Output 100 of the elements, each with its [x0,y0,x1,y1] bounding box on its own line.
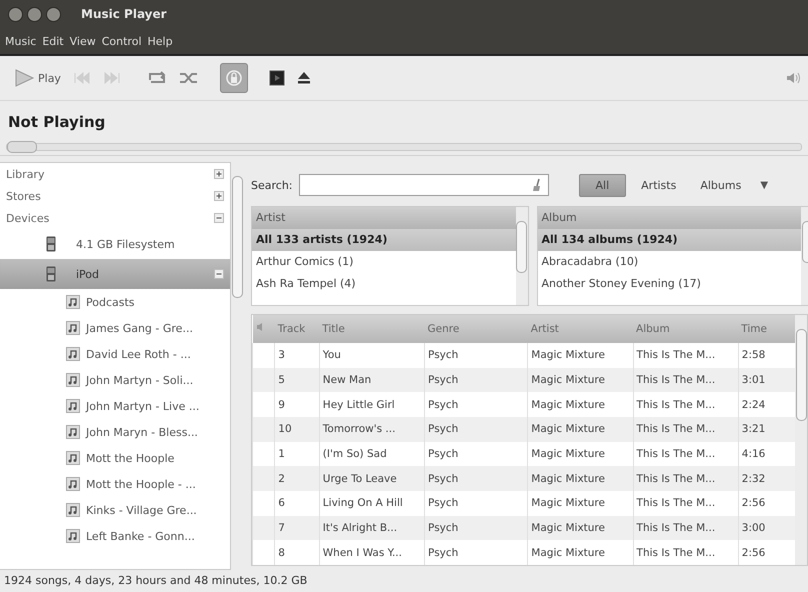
slider-thumb[interactable] [7,141,37,153]
table-cell: It's Alright B... [319,516,425,540]
filter-toggle[interactable]: Albums [691,174,750,196]
list-item[interactable]: Arthur Comics (1) [252,251,516,273]
previous-icon [72,72,91,84]
table-cell: Urge To Leave [319,466,425,491]
lock-button[interactable] [220,63,248,93]
sidebar-item[interactable]: iPod [0,259,230,289]
window-control-button[interactable] [8,6,23,22]
lock-icon [224,69,243,87]
table-cell: 10 [274,416,320,442]
shuffle-icon [178,71,199,85]
collapse-icon[interactable] [214,213,224,223]
table-cell: Magic Mixture [528,516,634,540]
media-player-icon [46,236,56,252]
table-cell: Tomorrow's ... [319,416,425,442]
sidebar-item[interactable]: Mott the Hoople [0,445,230,471]
menu-item[interactable]: Edit [39,32,67,50]
music-note-icon [66,347,80,361]
table-cell: 3:21 [738,416,796,442]
filter-toggle[interactable]: All [578,174,626,196]
list-item[interactable]: Ash Ra Tempel (4) [252,273,516,295]
table-cell: Magic Mixture [528,540,634,565]
list-item[interactable]: Another Stoney Evening (17) [538,273,801,295]
table-cell: Psych [424,540,528,565]
eject-icon [296,71,311,85]
music-note-icon [66,529,80,543]
table-cell: This Is The M... [633,416,738,442]
status-text: 1924 songs, 4 days, 23 hours and 48 minutes, 10.2 GB [3,573,308,589]
table-cell: This Is The M... [633,368,738,392]
sidebar-item[interactable]: Devices [0,207,230,229]
sidebar-item[interactable]: 4.1 GB Filesystem [0,229,230,259]
window-control-button[interactable] [27,6,42,22]
collapse-icon[interactable] [214,269,224,279]
table-cell: Magic Mixture [528,416,634,442]
table-cell: 8 [274,540,320,565]
sidebar-item[interactable]: Podcasts [0,289,230,315]
play-icon [13,68,35,88]
table-cell: 2:32 [738,466,796,491]
column-header[interactable]: Album [538,207,801,229]
filter-toggle[interactable]: Artists [632,174,686,196]
search-field[interactable] [298,174,548,196]
scrollbar[interactable] [795,315,807,565]
play-button[interactable]: Play [8,63,66,93]
music-note-icon [66,399,80,413]
sidebar-item[interactable]: Library [0,163,230,185]
screen-icon [268,70,285,86]
list-item[interactable]: All 134 albums (1924) [538,229,801,251]
music-note-icon [66,373,80,387]
sidebar-item[interactable]: John Martyn - Live ... [0,393,230,419]
sidebar-item[interactable]: John Maryn - Bless... [0,419,230,445]
window-title: Music Player [81,7,167,21]
music-note-icon [66,477,80,491]
repeat-icon [146,71,167,85]
window-control-button[interactable] [46,6,61,22]
list-item[interactable]: Abracadabra (10) [538,251,801,273]
table-cell: Psych [424,416,528,442]
search-label: Search: [251,178,292,192]
table-cell: Psych [424,516,528,540]
sidebar-item[interactable]: Stores [0,185,230,207]
sidebar-item[interactable]: John Martyn - Soli... [0,367,230,393]
table-cell: This Is The M... [633,516,738,540]
volume-icon[interactable] [786,72,800,84]
table-cell: Psych [424,368,528,392]
music-note-icon [66,451,80,465]
table-cell: 7 [274,516,320,540]
next-icon [102,72,121,84]
menu-item[interactable]: View [66,32,99,50]
table-cell: 3:01 [738,368,796,392]
music-note-icon [66,321,80,335]
expand-icon[interactable] [214,169,224,179]
list-item[interactable]: All 133 artists (1924) [252,229,516,251]
scrollbar[interactable] [516,207,528,305]
sidebar-item[interactable]: Mott the Hoople - ... [0,471,230,497]
expand-icon[interactable] [214,191,224,201]
music-note-icon [66,503,80,517]
menu-item[interactable]: Help [144,32,176,50]
table-cell: Magic Mixture [528,368,634,392]
table-cell: Magic Mixture [528,466,634,491]
sidebar-item[interactable]: James Gang - Gre... [0,315,230,341]
seek-slider[interactable] [6,143,802,151]
table-cell: New Man [319,368,425,392]
broom-icon[interactable] [532,178,542,192]
music-note-icon [66,295,80,309]
column-header[interactable]: Artist [252,207,516,229]
music-note-icon [66,425,80,439]
table-cell: 3:00 [738,516,796,540]
table-cell: 2 [274,466,320,491]
table-cell: 5 [274,368,320,392]
table-cell: This Is The M... [633,540,738,565]
menu-item[interactable]: Control [98,32,144,50]
sidebar-item[interactable]: David Lee Roth - ... [0,341,230,367]
table-cell: This Is The M... [633,466,738,491]
sidebar-item[interactable]: Left Banke - Gonn... [0,523,230,549]
sidebar-item[interactable]: Kinks - Village Gre... [0,497,230,523]
table-cell: Psych [424,466,528,491]
menu-item[interactable]: Music [2,32,40,50]
table-cell: When I Was Y... [319,540,425,565]
dropdown-arrow[interactable]: ▼ [756,180,768,190]
media-player-icon [46,266,56,282]
